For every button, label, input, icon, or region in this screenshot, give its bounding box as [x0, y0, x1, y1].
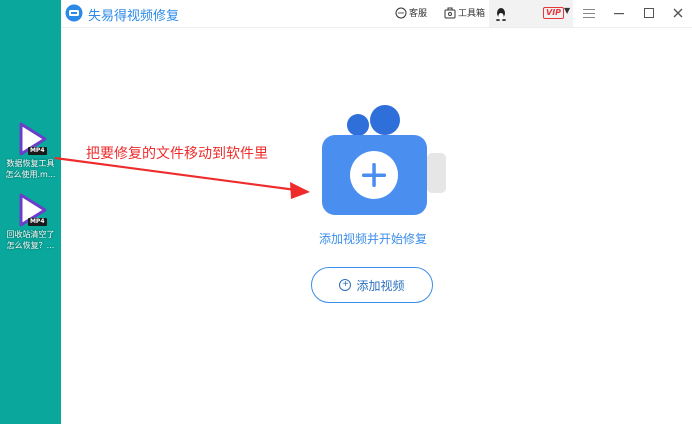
annotation-text: 把要修复的文件移动到软件里: [86, 146, 268, 162]
red-arrow-annotation: [54, 156, 310, 199]
